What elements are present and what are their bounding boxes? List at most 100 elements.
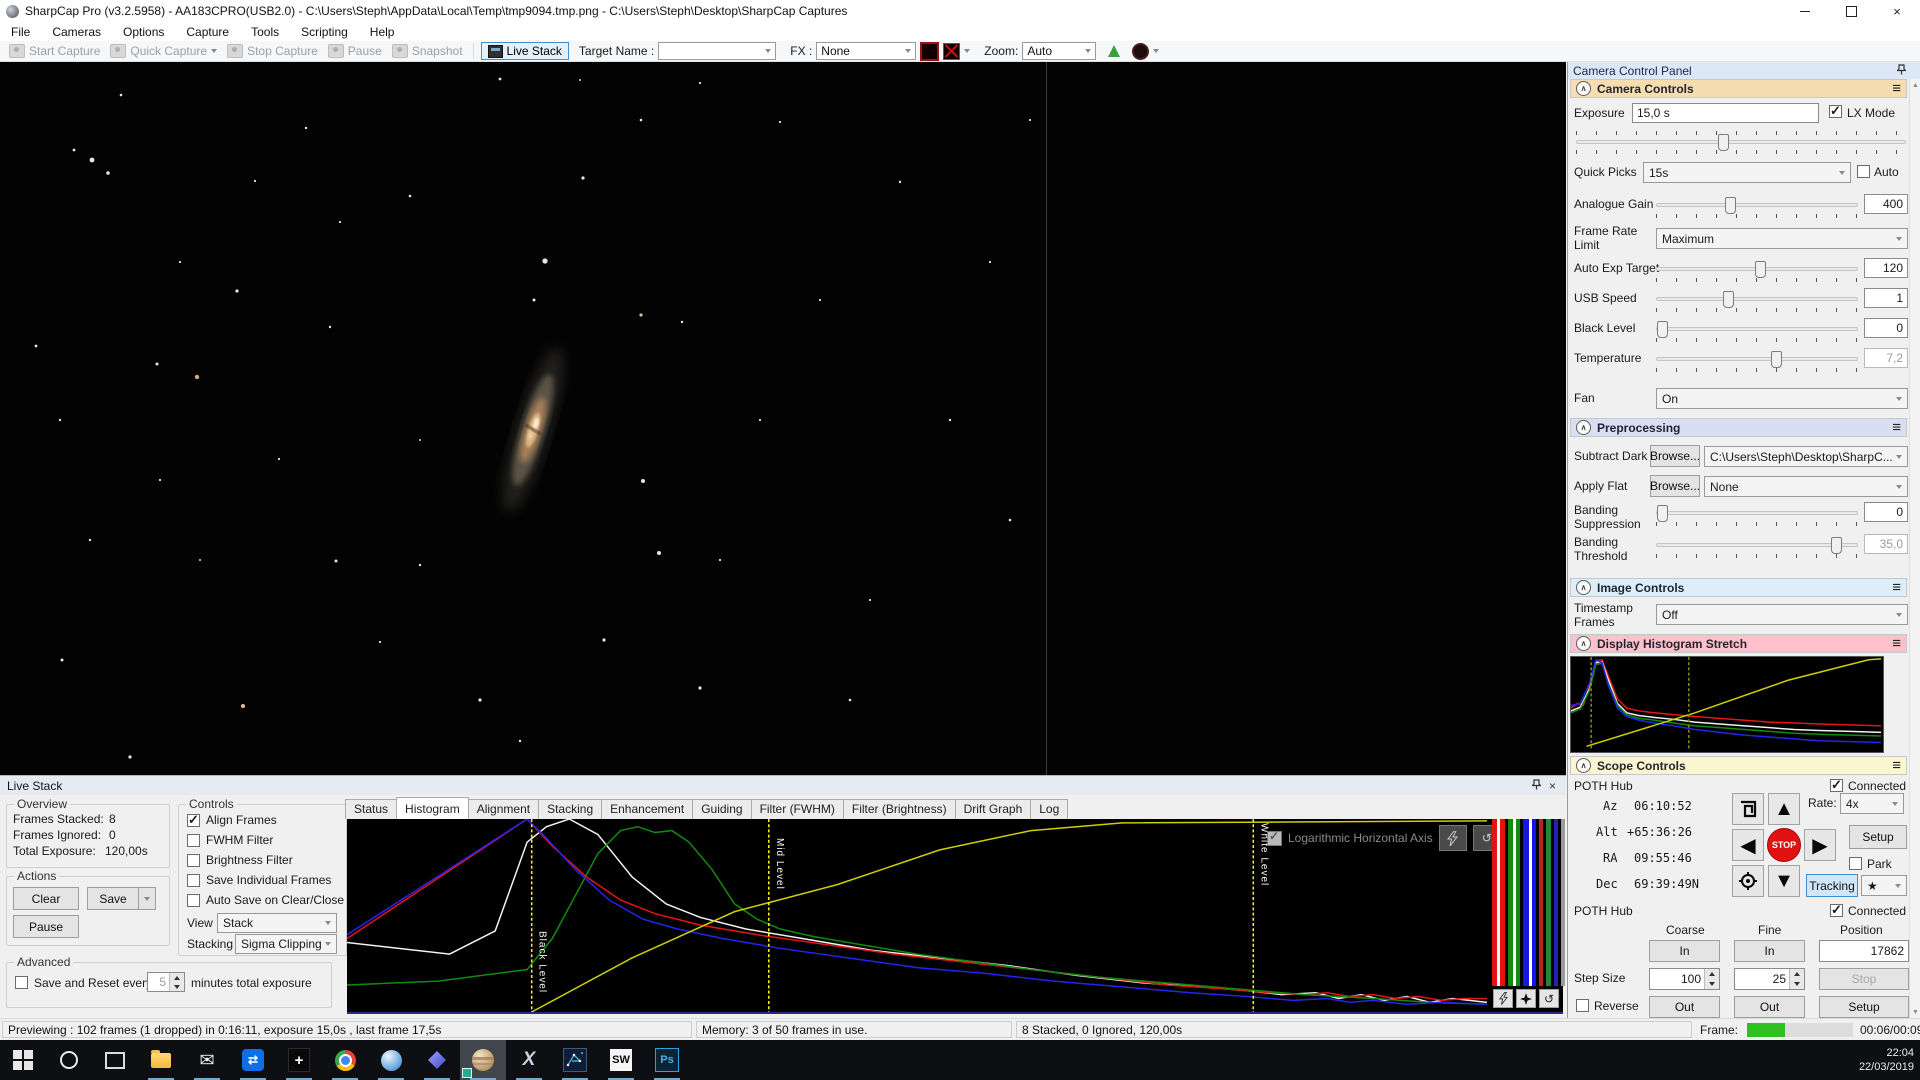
pin-icon[interactable] xyxy=(1531,778,1542,793)
auto-levels-button[interactable] xyxy=(1493,989,1513,1008)
view-combo[interactable]: Stack xyxy=(217,913,337,933)
menu-capture[interactable]: Capture xyxy=(175,23,240,41)
save-dropdown-button[interactable] xyxy=(138,887,156,910)
timestamp-frames-combo[interactable]: Off xyxy=(1656,604,1908,625)
stop-capture-button[interactable]: Stop Capture xyxy=(224,43,321,59)
swatch-dropdown-icon[interactable] xyxy=(964,49,971,53)
exposure-input[interactable]: 15,0 s xyxy=(1632,103,1819,123)
tab-guiding[interactable]: Guiding xyxy=(692,799,752,819)
exposure-slider-thumb[interactable] xyxy=(1718,134,1730,151)
stack-option-align-frames[interactable]: Align Frames xyxy=(187,812,277,828)
start-button[interactable] xyxy=(0,1040,46,1080)
photoshop-button[interactable]: Ps xyxy=(644,1040,690,1080)
frame-rate-limit-combo[interactable]: Maximum xyxy=(1656,228,1908,249)
maximize-button[interactable] xyxy=(1828,0,1874,22)
exposure-slider[interactable] xyxy=(1576,134,1906,151)
live-stack-button[interactable]: Live Stack xyxy=(480,42,569,60)
section-display-histogram-stretch[interactable]: ∧ Display Histogram Stretch ≡ xyxy=(1570,634,1907,653)
reverse-checkbox[interactable] xyxy=(1576,999,1589,1012)
mount-connected-checkbox[interactable] xyxy=(1830,777,1843,793)
menu-tools[interactable]: Tools xyxy=(240,23,290,41)
file-explorer-button[interactable] xyxy=(138,1040,184,1080)
sky-chart-button[interactable] xyxy=(552,1040,598,1080)
analogue-gain-value[interactable]: 400 xyxy=(1864,194,1908,214)
sharpcap-taskbar-button[interactable] xyxy=(460,1040,506,1080)
notepad-plus-button[interactable]: + xyxy=(276,1040,322,1080)
quick-capture-button[interactable]: Quick Capture xyxy=(107,43,220,59)
rgb-level-bars[interactable] xyxy=(1490,819,1565,986)
histogram-tool-icon[interactable] xyxy=(1108,45,1121,57)
search-button[interactable] xyxy=(46,1040,92,1080)
section-menu-icon[interactable]: ≡ xyxy=(1892,80,1901,97)
section-image-controls[interactable]: ∧ Image Controls ≡ xyxy=(1570,578,1907,597)
auto-exp-target-value[interactable]: 120 xyxy=(1864,258,1908,278)
browser-orb-button[interactable] xyxy=(368,1040,414,1080)
tab-log[interactable]: Log xyxy=(1030,799,1069,819)
section-menu-icon[interactable]: ≡ xyxy=(1892,635,1901,652)
red-level-bar[interactable] xyxy=(1492,819,1505,986)
collapse-icon[interactable]: ∧ xyxy=(1576,81,1591,96)
tab-drift-graph[interactable]: Drift Graph xyxy=(954,799,1032,819)
section-menu-icon[interactable]: ≡ xyxy=(1892,757,1901,774)
log-axis-checkbox[interactable] xyxy=(1267,829,1282,846)
pause-stack-button[interactable]: Pause xyxy=(13,915,79,938)
image-viewport[interactable] xyxy=(0,62,1566,775)
tab-enhancement[interactable]: Enhancement xyxy=(601,799,694,819)
section-camera-controls[interactable]: ∧ Camera Controls ≡ xyxy=(1570,79,1907,98)
pin-icon[interactable] xyxy=(1896,63,1907,78)
banding-suppression-slider[interactable] xyxy=(1656,505,1858,522)
x-app-button[interactable]: X xyxy=(506,1040,552,1080)
task-view-button[interactable] xyxy=(92,1040,138,1080)
fine-out-button[interactable]: Out xyxy=(1734,996,1805,1018)
auto-stretch-histogram-button[interactable] xyxy=(1438,825,1467,851)
clear-button[interactable]: Clear xyxy=(13,887,79,910)
subtract-dark-combo[interactable]: C:\Users\Steph\Desktop\SharpC... xyxy=(1704,446,1908,467)
slew-right-button[interactable]: ▶ xyxy=(1804,829,1836,861)
menu-file[interactable]: File xyxy=(0,23,41,41)
solidworks-button[interactable]: SW xyxy=(598,1040,644,1080)
section-preprocessing[interactable]: ∧ Preprocessing ≡ xyxy=(1570,418,1907,437)
stretch-histogram[interactable] xyxy=(1570,656,1884,753)
goto-target-button[interactable] xyxy=(1732,865,1764,897)
stack-option-brightness-filter[interactable]: Brightness Filter xyxy=(187,853,293,867)
auto-exposure-checkbox[interactable] xyxy=(1857,165,1870,178)
reset-levels-button[interactable]: ↺ xyxy=(1539,989,1559,1008)
snapshot-button[interactable]: Snapshot xyxy=(389,43,466,59)
tab-status[interactable]: Status xyxy=(345,799,398,819)
subtract-dark-browse-button[interactable]: Browse... xyxy=(1650,445,1700,467)
tab-histogram[interactable]: Histogram xyxy=(396,797,469,819)
minimize-button[interactable] xyxy=(1782,0,1828,22)
reticle-dropdown-icon[interactable] xyxy=(1153,49,1160,53)
mail-button[interactable]: ✉ xyxy=(184,1040,230,1080)
save-reset-checkbox[interactable] xyxy=(15,976,28,989)
scroll-down-icon[interactable]: ▼ xyxy=(1910,1006,1920,1018)
tracking-rate-combo[interactable]: ★ xyxy=(1861,875,1907,896)
chrome-button[interactable] xyxy=(322,1040,368,1080)
taskbar-clock[interactable]: 22:04 22/03/2019 xyxy=(1859,1040,1914,1080)
mount-setup-button[interactable]: Setup xyxy=(1849,825,1907,849)
green-level-bar[interactable] xyxy=(1507,819,1521,986)
focuser-position-field[interactable]: 17862 xyxy=(1819,940,1909,962)
pause-button[interactable]: Pause xyxy=(325,43,385,59)
tab-stacking[interactable]: Stacking xyxy=(538,799,603,819)
save-button[interactable]: Save xyxy=(87,887,139,910)
tab-alignment[interactable]: Alignment xyxy=(467,799,540,819)
apply-flat-combo[interactable]: None xyxy=(1704,476,1908,497)
rate-combo[interactable]: 4x xyxy=(1840,793,1904,814)
slew-left-button[interactable]: ◀ xyxy=(1732,829,1764,861)
target-name-combo[interactable] xyxy=(658,42,777,60)
menu-scripting[interactable]: Scripting xyxy=(290,23,359,41)
section-menu-icon[interactable]: ≡ xyxy=(1892,579,1901,596)
focuser-setup-button[interactable]: Setup xyxy=(1819,996,1909,1018)
stack-option-auto-save-on-clear-close[interactable]: Auto Save on Clear/Close xyxy=(187,893,344,907)
fine-step-spinner[interactable]: 25 xyxy=(1734,968,1805,990)
scroll-up-icon[interactable]: ▲ xyxy=(1910,79,1920,91)
lx-mode-checkbox[interactable] xyxy=(1829,103,1842,119)
stacking-combo[interactable]: Sigma Clipping xyxy=(235,934,337,954)
menu-help[interactable]: Help xyxy=(359,23,406,41)
teamviewer-button[interactable]: ⇄ xyxy=(230,1040,276,1080)
menu-options[interactable]: Options xyxy=(112,23,175,41)
usb-speed-value[interactable]: 1 xyxy=(1864,288,1908,308)
focuser-connected-checkbox[interactable] xyxy=(1830,902,1843,918)
slew-stop-button[interactable]: STOP xyxy=(1767,828,1801,862)
